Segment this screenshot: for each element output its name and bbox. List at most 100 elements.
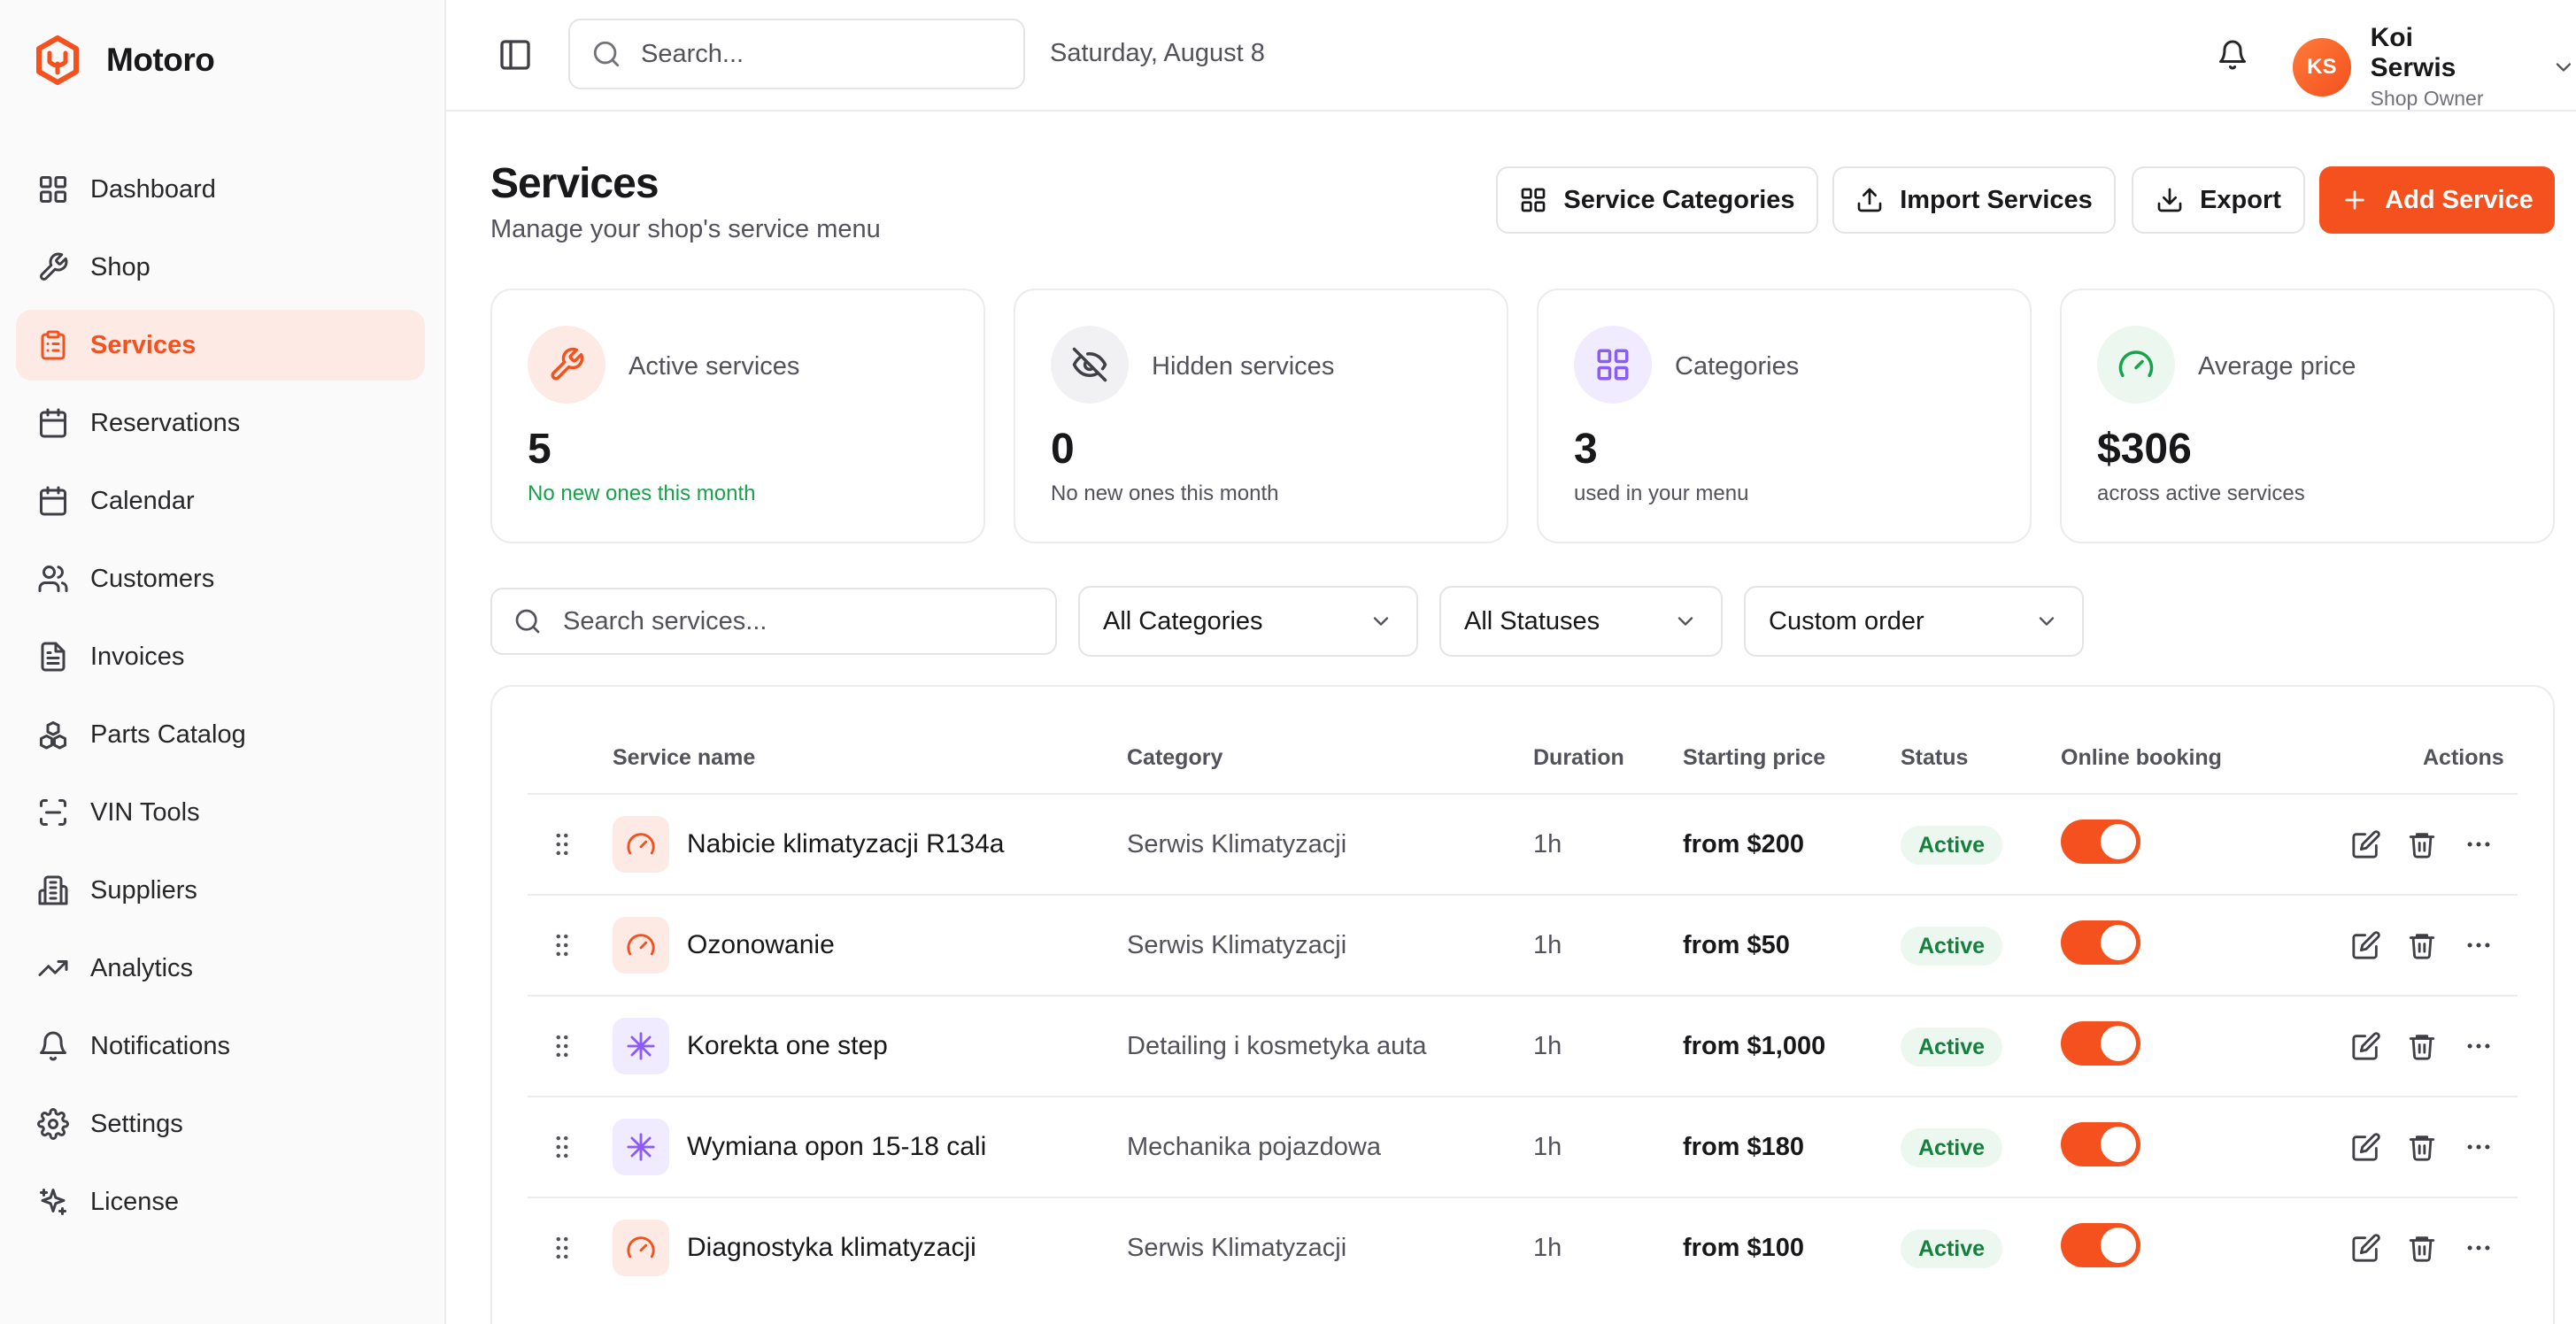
order-select[interactable]: Custom order <box>1744 586 2084 657</box>
current-date: Saturday, August 8 <box>1050 39 1265 67</box>
sidebar-item-license[interactable]: License <box>16 1166 425 1237</box>
online-booking-toggle[interactable] <box>2061 920 2140 965</box>
online-booking-toggle[interactable] <box>2061 1021 2140 1066</box>
services-search[interactable] <box>490 588 1057 655</box>
service-price: from $200 <box>1683 830 1805 858</box>
online-booking-toggle[interactable] <box>2061 820 2140 864</box>
upload-icon <box>1857 188 1882 212</box>
global-search[interactable] <box>568 19 1025 89</box>
status-badge: Active <box>1901 1229 2003 1268</box>
sidebar-item-vin-tools[interactable]: VIN Tools <box>16 777 425 848</box>
sidebar-item-parts-catalog[interactable]: Parts Catalog <box>16 699 425 770</box>
sidebar: Motoro Dashboard Shop Services Reservati… <box>0 0 446 1324</box>
global-search-input[interactable] <box>641 39 995 69</box>
more-icon[interactable] <box>2464 829 2494 859</box>
stat-value: 0 <box>1051 426 1075 473</box>
clipboard-list-icon <box>41 330 66 360</box>
column-header-category[interactable]: Category <box>1127 745 1222 771</box>
more-icon[interactable] <box>2464 1031 2494 1061</box>
service-name[interactable]: Korekta one step <box>687 1031 888 1061</box>
column-header-duration[interactable]: Duration <box>1533 745 1624 771</box>
sidebar-item-invoices[interactable]: Invoices <box>16 621 425 692</box>
drag-handle-icon[interactable] <box>547 829 577 859</box>
bell-icon <box>40 1031 66 1061</box>
column-header-online-booking[interactable]: Online booking <box>2061 745 2222 771</box>
drag-handle-icon[interactable] <box>547 930 577 960</box>
edit-icon[interactable] <box>2351 1233 2381 1263</box>
drag-handle-icon[interactable] <box>547 1132 577 1162</box>
service-icon <box>613 816 669 873</box>
sidebar-item-calendar[interactable]: Calendar <box>16 466 425 536</box>
service-name[interactable]: Ozonowanie <box>687 930 835 960</box>
calendar-icon <box>40 408 66 438</box>
add-service-button[interactable]: Add Service <box>2319 166 2555 234</box>
column-header-status[interactable]: Status <box>1901 745 1968 771</box>
trash-icon[interactable] <box>2407 1031 2437 1061</box>
more-icon[interactable] <box>2464 930 2494 960</box>
trash-icon[interactable] <box>2407 829 2437 859</box>
sidebar-item-customers[interactable]: Customers <box>16 543 425 614</box>
stat-label: Categories <box>1675 352 1800 381</box>
service-category: Detailing i kosmetyka auta <box>1127 1032 1427 1060</box>
status-filter-select[interactable]: All Statuses <box>1439 586 1723 657</box>
user-menu[interactable]: KS Koi Serwis Shop Owner <box>2293 23 2576 111</box>
drag-handle-icon[interactable] <box>547 1031 577 1061</box>
trash-icon[interactable] <box>2407 1233 2437 1263</box>
more-icon[interactable] <box>2464 1132 2494 1162</box>
service-price: from $1,000 <box>1683 1032 1826 1060</box>
service-price: from $180 <box>1683 1133 1805 1161</box>
sidebar-item-label: Shop <box>90 252 150 281</box>
gauge-icon <box>627 833 655 855</box>
add-service-label: Add Service <box>2385 185 2534 214</box>
import-services-button[interactable]: Import Services <box>1832 166 2116 234</box>
app-name: Motoro <box>106 42 215 78</box>
export-button[interactable]: Export <box>2132 166 2305 234</box>
service-categories-button[interactable]: Service Categories <box>1496 166 1818 234</box>
sidebar-toggle-icon[interactable] <box>497 37 533 73</box>
edit-icon[interactable] <box>2351 1132 2381 1162</box>
service-icon <box>613 1119 669 1175</box>
column-header-name[interactable]: Service name <box>613 745 755 771</box>
stat-icon-wrap <box>1574 326 1652 404</box>
stat-card-active-services: Active services 5 No new ones this month <box>490 289 985 543</box>
sidebar-item-reservations[interactable]: Reservations <box>16 388 425 458</box>
avatar: KS <box>2293 37 2351 96</box>
services-search-input[interactable] <box>563 606 1023 636</box>
stat-icon-wrap <box>2097 326 2175 404</box>
column-header-price[interactable]: Starting price <box>1683 745 1825 771</box>
brand[interactable]: Motoro <box>35 35 215 85</box>
category-filter-select[interactable]: All Categories <box>1078 586 1418 657</box>
trash-icon[interactable] <box>2407 1132 2437 1162</box>
sidebar-item-settings[interactable]: Settings <box>16 1089 425 1159</box>
service-name[interactable]: Nabicie klimatyzacji R134a <box>687 829 1004 859</box>
wrench-icon <box>551 347 584 381</box>
edit-icon[interactable] <box>2351 930 2381 960</box>
sidebar-item-services[interactable]: Services <box>16 310 425 381</box>
service-category: Serwis Klimatyzacji <box>1127 830 1347 858</box>
motoro-logo-icon <box>36 35 79 85</box>
gauge-icon <box>627 1236 655 1259</box>
sidebar-item-dashboard[interactable]: Dashboard <box>16 154 425 225</box>
sidebar-item-shop[interactable]: Shop <box>16 232 425 303</box>
chevron-down-icon <box>2039 617 2055 626</box>
status-filter-value: All Statuses <box>1464 606 1600 635</box>
scan-icon <box>40 799 66 826</box>
plus-icon <box>2345 190 2364 210</box>
online-booking-toggle[interactable] <box>2061 1122 2140 1166</box>
sidebar-item-analytics[interactable]: Analytics <box>16 933 425 1004</box>
sidebar-item-label: Reservations <box>90 408 241 437</box>
service-name[interactable]: Diagnostyka klimatyzacji <box>687 1233 976 1263</box>
edit-icon[interactable] <box>2351 829 2381 859</box>
sidebar-item-notifications[interactable]: Notifications <box>16 1011 425 1082</box>
bell-icon[interactable] <box>2217 37 2248 73</box>
topbar: Saturday, August 8 KS Koi Serwis Shop Ow… <box>446 0 2576 112</box>
service-name[interactable]: Wymiana opon 15-18 cali <box>687 1132 986 1162</box>
edit-icon[interactable] <box>2351 1031 2381 1061</box>
online-booking-toggle[interactable] <box>2061 1223 2140 1267</box>
sidebar-item-suppliers[interactable]: Suppliers <box>16 855 425 926</box>
row-divider <box>528 793 2518 795</box>
more-icon[interactable] <box>2464 1233 2494 1263</box>
service-duration: 1h <box>1533 931 1562 959</box>
drag-handle-icon[interactable] <box>547 1233 577 1263</box>
trash-icon[interactable] <box>2407 930 2437 960</box>
